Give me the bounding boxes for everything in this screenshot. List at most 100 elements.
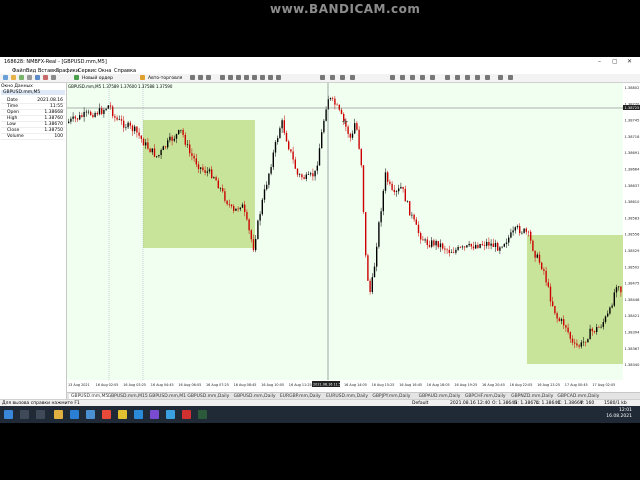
candle-body bbox=[483, 244, 486, 246]
chart-tab[interactable]: GBPCAD.mm,Daily bbox=[557, 394, 599, 399]
horizontal-line-icon[interactable] bbox=[236, 75, 241, 80]
candle-body bbox=[136, 126, 138, 133]
indicators-icon[interactable] bbox=[420, 75, 425, 80]
candle-body bbox=[279, 128, 281, 139]
candle-body bbox=[382, 190, 384, 212]
start-icon[interactable] bbox=[4, 410, 13, 419]
candle-body bbox=[543, 269, 545, 271]
search-icon[interactable] bbox=[20, 410, 29, 419]
trendline-icon[interactable] bbox=[244, 75, 249, 80]
candle-body bbox=[615, 287, 618, 293]
period-extra-icon[interactable] bbox=[498, 75, 503, 80]
opera-icon[interactable] bbox=[102, 410, 111, 419]
candle-body bbox=[558, 318, 560, 321]
menu-window[interactable]: Окна bbox=[98, 68, 111, 74]
task-view-icon[interactable] bbox=[36, 410, 45, 419]
price-chart[interactable]: ✛ 1.388021.387701.387451.387181.386911.3… bbox=[67, 83, 640, 392]
mail-icon[interactable] bbox=[86, 410, 95, 419]
chart-tab[interactable]: EURUSD.mm,Daily bbox=[326, 394, 368, 399]
highlight-zone bbox=[143, 120, 255, 248]
chart-header: GBPUSD.mm,M5 1.37589 1.37600 1.37588 1.3… bbox=[68, 84, 173, 89]
period-mn-icon[interactable] bbox=[485, 75, 490, 80]
candle-body bbox=[156, 156, 158, 157]
chart-tab[interactable]: GBPUSD.mm,M1 bbox=[149, 394, 186, 399]
candle-body bbox=[239, 207, 241, 210]
vertical-line-icon[interactable] bbox=[228, 75, 233, 80]
open-icon[interactable] bbox=[11, 75, 16, 80]
candle-body bbox=[103, 110, 105, 114]
autotrading-button[interactable]: Авто-торговля bbox=[148, 76, 182, 81]
menu-charts[interactable]: Графики bbox=[56, 68, 79, 74]
bar-chart-icon[interactable] bbox=[390, 75, 395, 80]
explorer-icon[interactable] bbox=[54, 410, 63, 419]
candle-body bbox=[158, 155, 160, 157]
candle-body bbox=[96, 112, 98, 115]
chart-tab[interactable]: EURGBP.mm,Daily bbox=[280, 394, 321, 399]
chart-tab[interactable]: GBPNZD.mm,Daily bbox=[511, 394, 553, 399]
candle-body bbox=[598, 326, 600, 328]
candle-body bbox=[228, 204, 230, 205]
chrome-icon[interactable] bbox=[118, 410, 127, 419]
telegram-icon[interactable] bbox=[134, 410, 143, 419]
candle-body bbox=[274, 141, 277, 153]
candle-body bbox=[70, 118, 72, 122]
chart-tab[interactable]: GBPAUD.mm,Daily bbox=[419, 394, 461, 399]
templates-icon[interactable] bbox=[430, 75, 435, 80]
bandicam-icon[interactable] bbox=[182, 410, 191, 419]
candle-body bbox=[620, 286, 622, 293]
period-tool-icon[interactable] bbox=[190, 75, 195, 80]
viber-icon[interactable] bbox=[150, 410, 159, 419]
chart-tab[interactable]: GBPUSD.mm,Daily bbox=[234, 394, 276, 399]
menu-help[interactable]: Справка bbox=[114, 68, 136, 74]
candle-body bbox=[578, 345, 580, 347]
candle-body bbox=[246, 212, 248, 220]
edge-icon[interactable] bbox=[70, 410, 79, 419]
new-order-button[interactable]: Новый ордер bbox=[82, 76, 113, 81]
chart-tab[interactable]: GBPUSD.mm,M15 bbox=[108, 394, 148, 399]
label-tool-icon[interactable] bbox=[276, 75, 281, 80]
zoom-out-icon[interactable] bbox=[206, 75, 211, 80]
skype-icon[interactable] bbox=[166, 410, 175, 419]
menu-tools[interactable]: Сервис bbox=[78, 68, 97, 74]
candle-body bbox=[514, 227, 516, 231]
line-chart-icon[interactable] bbox=[410, 75, 415, 80]
navigator-icon[interactable] bbox=[35, 75, 40, 80]
candle-body bbox=[211, 169, 213, 179]
chart-tab[interactable]: GBPUSD.mm,M5 bbox=[69, 393, 111, 399]
candle-body bbox=[422, 239, 424, 241]
period-m30-icon[interactable] bbox=[350, 75, 355, 80]
fibonacci-icon[interactable] bbox=[260, 75, 265, 80]
period-extra2-icon[interactable] bbox=[508, 75, 513, 80]
chart-tab[interactable]: GBPJPY.mm,Daily bbox=[372, 394, 410, 399]
minimize-icon[interactable]: – bbox=[598, 58, 601, 65]
market-watch-icon[interactable] bbox=[27, 75, 32, 80]
zoom-in-icon[interactable] bbox=[198, 75, 203, 80]
period-m15-icon[interactable] bbox=[340, 75, 345, 80]
maximize-icon[interactable]: ▢ bbox=[612, 58, 618, 65]
candle-body bbox=[261, 199, 263, 215]
period-m1-icon[interactable] bbox=[320, 75, 325, 80]
candle-body bbox=[362, 165, 365, 213]
terminal-icon[interactable] bbox=[43, 75, 48, 80]
period-w1-icon[interactable] bbox=[475, 75, 480, 80]
candle-body bbox=[567, 327, 569, 333]
metatrader-icon[interactable] bbox=[198, 410, 207, 419]
profiles-icon[interactable] bbox=[19, 75, 24, 80]
menu-file[interactable]: Файл bbox=[12, 68, 26, 74]
candle-chart-icon[interactable] bbox=[400, 75, 405, 80]
menu-view[interactable]: Вид bbox=[26, 68, 36, 74]
channel-icon[interactable] bbox=[252, 75, 257, 80]
chart-tab[interactable]: GBPCHF.mm,Daily bbox=[465, 394, 506, 399]
candle-body bbox=[138, 132, 140, 136]
tester-icon[interactable] bbox=[51, 75, 56, 80]
chart-tab[interactable]: GBPUSD.mm,Daily bbox=[187, 394, 229, 399]
period-m5-icon[interactable] bbox=[330, 75, 335, 80]
period-d1-icon[interactable] bbox=[465, 75, 470, 80]
period-h1-icon[interactable] bbox=[445, 75, 450, 80]
candle-body bbox=[424, 239, 426, 241]
close-icon[interactable]: ✕ bbox=[627, 58, 632, 65]
period-h4-icon[interactable] bbox=[455, 75, 460, 80]
new-chart-icon[interactable] bbox=[3, 75, 8, 80]
text-tool-icon[interactable] bbox=[268, 75, 273, 80]
crosshair-icon[interactable] bbox=[220, 75, 225, 80]
